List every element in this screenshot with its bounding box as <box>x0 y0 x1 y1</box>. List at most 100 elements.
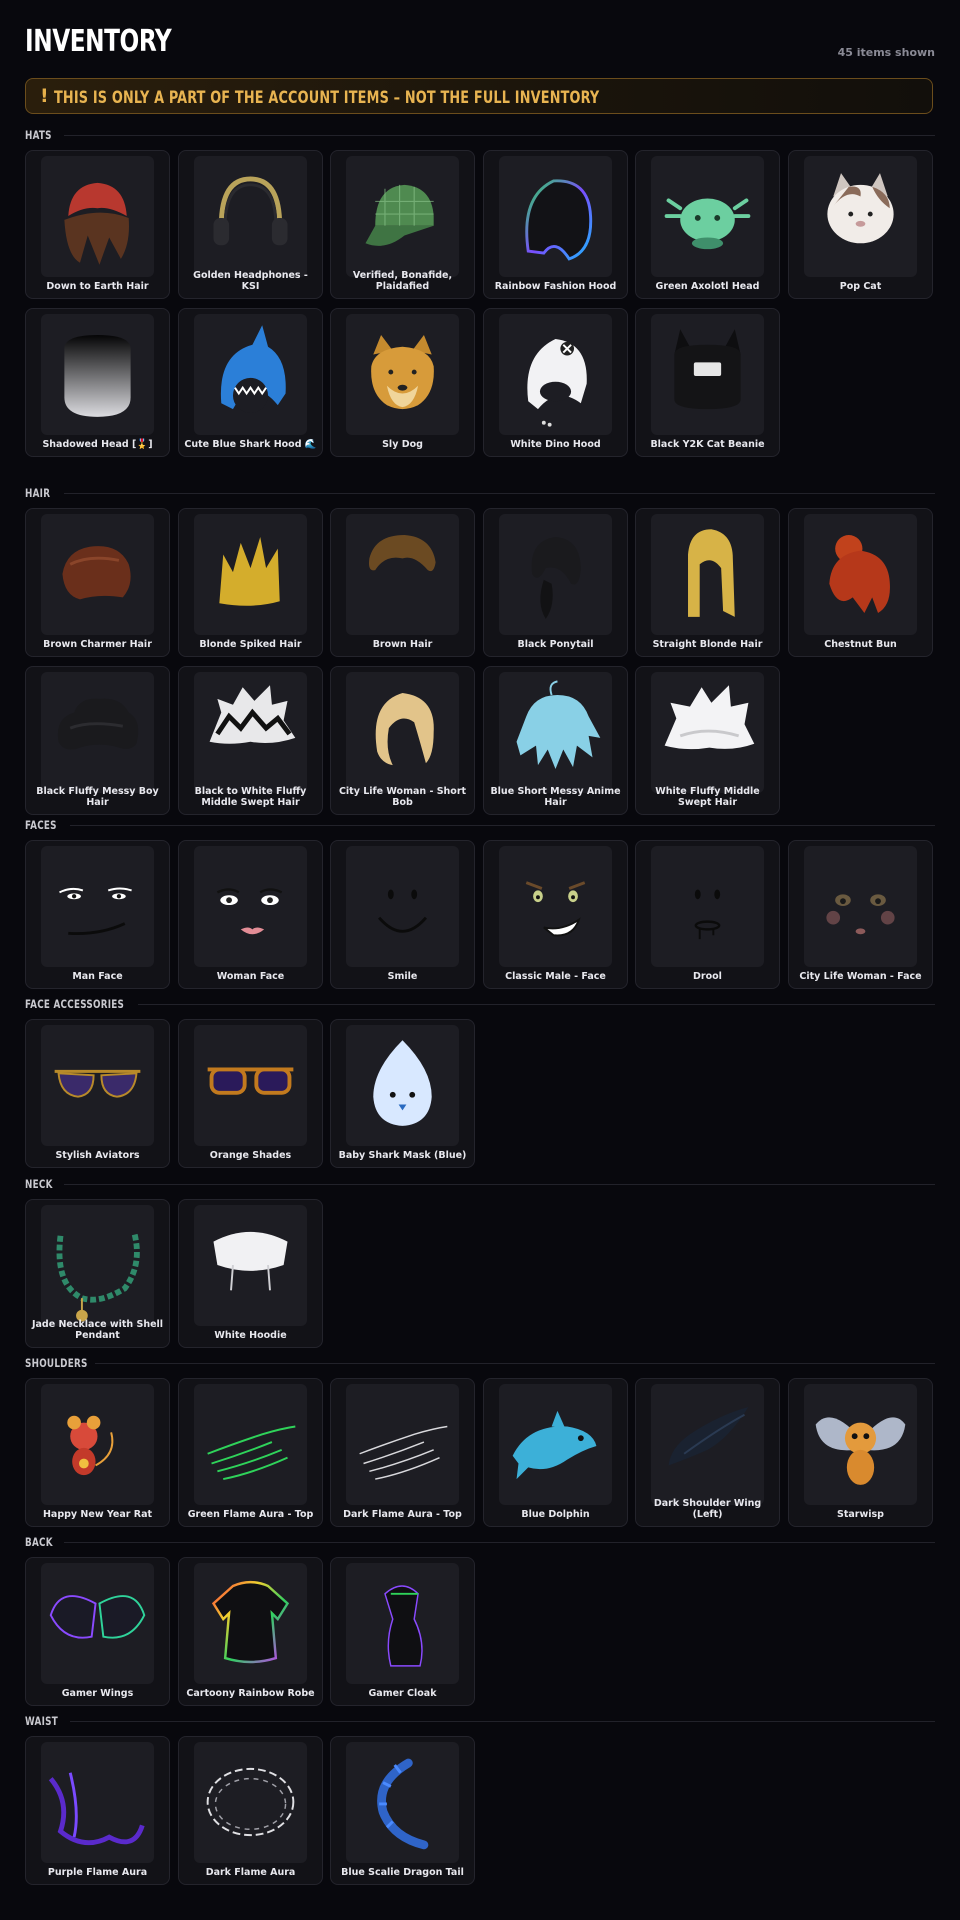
inventory-item-card[interactable]: Blonde Spiked Hair <box>178 508 323 657</box>
item-name: Dark Flame Aura - Top <box>343 1509 462 1520</box>
face-smile-icon <box>346 846 459 967</box>
dog-head-icon <box>346 314 459 435</box>
inventory-item-card[interactable]: Black to White Fluffy Middle Swept Hair <box>178 666 323 815</box>
item-name: Orange Shades <box>209 1150 292 1161</box>
inventory-item-card[interactable]: Brown Hair <box>330 508 475 657</box>
item-name: Classic Male - Face <box>505 971 606 982</box>
section-title-faces: FACES <box>25 818 57 832</box>
cat-beanie-icon <box>651 314 764 435</box>
item-name: Dark Shoulder Wing (Left) <box>653 1498 762 1520</box>
inventory-item-card[interactable]: City Life Woman - Face <box>788 840 933 989</box>
inventory-item-card[interactable]: Black Y2K Cat Beanie <box>635 308 780 457</box>
inventory-item-card[interactable]: Woman Face <box>178 840 323 989</box>
hair-bun-icon <box>804 514 917 635</box>
inventory-item-card[interactable]: Man Face <box>25 840 170 989</box>
inventory-item-card[interactable]: Brown Charmer Hair <box>25 508 170 657</box>
inventory-page: INVENTORY 45 items shown ! THIS IS ONLY … <box>0 0 960 1920</box>
inventory-item-card[interactable]: Chestnut Bun <box>788 508 933 657</box>
face-woman-icon <box>194 846 307 967</box>
dolphin-icon <box>499 1384 612 1505</box>
inventory-item-card[interactable]: Blue Short Messy Anime Hair <box>483 666 628 815</box>
inventory-item-card[interactable]: Rainbow Fashion Hood <box>483 150 628 299</box>
inventory-item-card[interactable]: City Life Woman - Short Bob <box>330 666 475 815</box>
inventory-item-card[interactable]: Green Flame Aura - Top <box>178 1378 323 1527</box>
inventory-item-card[interactable]: Dark Shoulder Wing (Left) <box>635 1378 780 1527</box>
section-divider <box>64 135 935 136</box>
item-name: Black Ponytail <box>517 639 594 650</box>
hair-ponytail-icon <box>499 514 612 635</box>
item-name: Verified, Bonafide, Plaidafied <box>352 270 453 292</box>
item-name: White Fluffy Middle Swept Hair <box>655 786 760 808</box>
inventory-item-card[interactable]: Smile <box>330 840 475 989</box>
hair-blue-icon <box>499 672 612 793</box>
item-name: Brown Charmer Hair <box>43 639 152 650</box>
inventory-item-card[interactable]: Dark Flame Aura - Top <box>330 1378 475 1527</box>
inventory-item-card[interactable]: Jade Necklace with Shell Pendant <box>25 1199 170 1348</box>
item-name: Green Axolotl Head <box>655 281 760 292</box>
inventory-item-card[interactable]: Orange Shades <box>178 1019 323 1168</box>
item-name: Purple Flame Aura <box>47 1867 148 1878</box>
section-divider <box>64 1184 935 1185</box>
axolotl-icon <box>651 156 764 277</box>
inventory-item-card[interactable]: Green Axolotl Head <box>635 150 780 299</box>
item-name: Gamer Cloak <box>368 1688 437 1699</box>
hair-bob-icon <box>346 672 459 793</box>
section-title-shoulders: SHOULDERS <box>25 1356 88 1370</box>
item-name: White Hoodie <box>214 1330 287 1341</box>
inventory-item-card[interactable]: Classic Male - Face <box>483 840 628 989</box>
necklace-icon <box>41 1205 154 1326</box>
inventory-item-card[interactable]: Blue Scalie Dragon Tail <box>330 1736 475 1885</box>
section-divider <box>95 1363 935 1364</box>
wing-dark-icon <box>651 1384 764 1505</box>
inventory-item-card[interactable]: White Dino Hood <box>483 308 628 457</box>
inventory-item-card[interactable]: Gamer Cloak <box>330 1557 475 1706</box>
inventory-item-card[interactable]: White Fluffy Middle Swept Hair <box>635 666 780 815</box>
item-name: Starwisp <box>837 1509 884 1520</box>
item-name: Blue Scalie Dragon Tail <box>341 1867 464 1878</box>
item-name: Woman Face <box>216 971 285 982</box>
item-name: City Life Woman - Face <box>799 971 922 982</box>
inventory-item-card[interactable]: Baby Shark Mask (Blue) <box>330 1019 475 1168</box>
item-name: Chestnut Bun <box>824 639 897 650</box>
inventory-item-card[interactable]: Straight Blonde Hair <box>635 508 780 657</box>
face-classic-icon <box>499 846 612 967</box>
warning-banner: ! THIS IS ONLY A PART OF THE ACCOUNT ITE… <box>25 78 933 114</box>
inventory-item-card[interactable]: Starwisp <box>788 1378 933 1527</box>
pop-cat-icon <box>804 156 917 277</box>
inventory-item-card[interactable]: Sly Dog <box>330 308 475 457</box>
inventory-item-card[interactable]: Pop Cat <box>788 150 933 299</box>
inventory-item-card[interactable]: Cute Blue Shark Hood 🌊 <box>178 308 323 457</box>
inventory-item-card[interactable]: Verified, Bonafide, Plaidafied <box>330 150 475 299</box>
item-name: Golden Headphones - KSI <box>193 270 308 292</box>
item-name: Blonde Spiked Hair <box>199 639 302 650</box>
inventory-item-card[interactable]: Blue Dolphin <box>483 1378 628 1527</box>
item-name: Rainbow Fashion Hood <box>494 281 617 292</box>
inventory-item-card[interactable]: Black Ponytail <box>483 508 628 657</box>
inventory-item-card[interactable]: Down to Earth Hair <box>25 150 170 299</box>
aura-purple-icon <box>41 1742 154 1863</box>
header: INVENTORY 45 items shown <box>25 24 935 64</box>
section-divider <box>64 1542 935 1543</box>
hair-brown-icon <box>41 514 154 635</box>
inventory-item-card[interactable]: Cartoony Rainbow Robe <box>178 1557 323 1706</box>
shadow-head-icon <box>41 314 154 435</box>
hair-white-icon <box>651 672 764 793</box>
inventory-item-card[interactable]: Drool <box>635 840 780 989</box>
gamer-cloak-icon <box>346 1563 459 1684</box>
item-name: Green Flame Aura - Top <box>187 1509 314 1520</box>
inventory-item-card[interactable]: Shadowed Head [🎖️] <box>25 308 170 457</box>
aviators-icon <box>41 1025 154 1146</box>
inventory-item-card[interactable]: Purple Flame Aura <box>25 1736 170 1885</box>
section-divider <box>70 1721 935 1722</box>
section-divider <box>70 825 935 826</box>
inventory-item-card[interactable]: Gamer Wings <box>25 1557 170 1706</box>
hair-bw-icon <box>194 672 307 793</box>
inventory-item-card[interactable]: Dark Flame Aura <box>178 1736 323 1885</box>
inventory-item-card[interactable]: Stylish Aviators <box>25 1019 170 1168</box>
hair-beanie-red-icon <box>41 156 154 277</box>
inventory-item-card[interactable]: White Hoodie <box>178 1199 323 1348</box>
rat-icon <box>41 1384 154 1505</box>
inventory-item-card[interactable]: Black Fluffy Messy Boy Hair <box>25 666 170 815</box>
inventory-item-card[interactable]: Happy New Year Rat <box>25 1378 170 1527</box>
inventory-item-card[interactable]: Golden Headphones - KSI <box>178 150 323 299</box>
